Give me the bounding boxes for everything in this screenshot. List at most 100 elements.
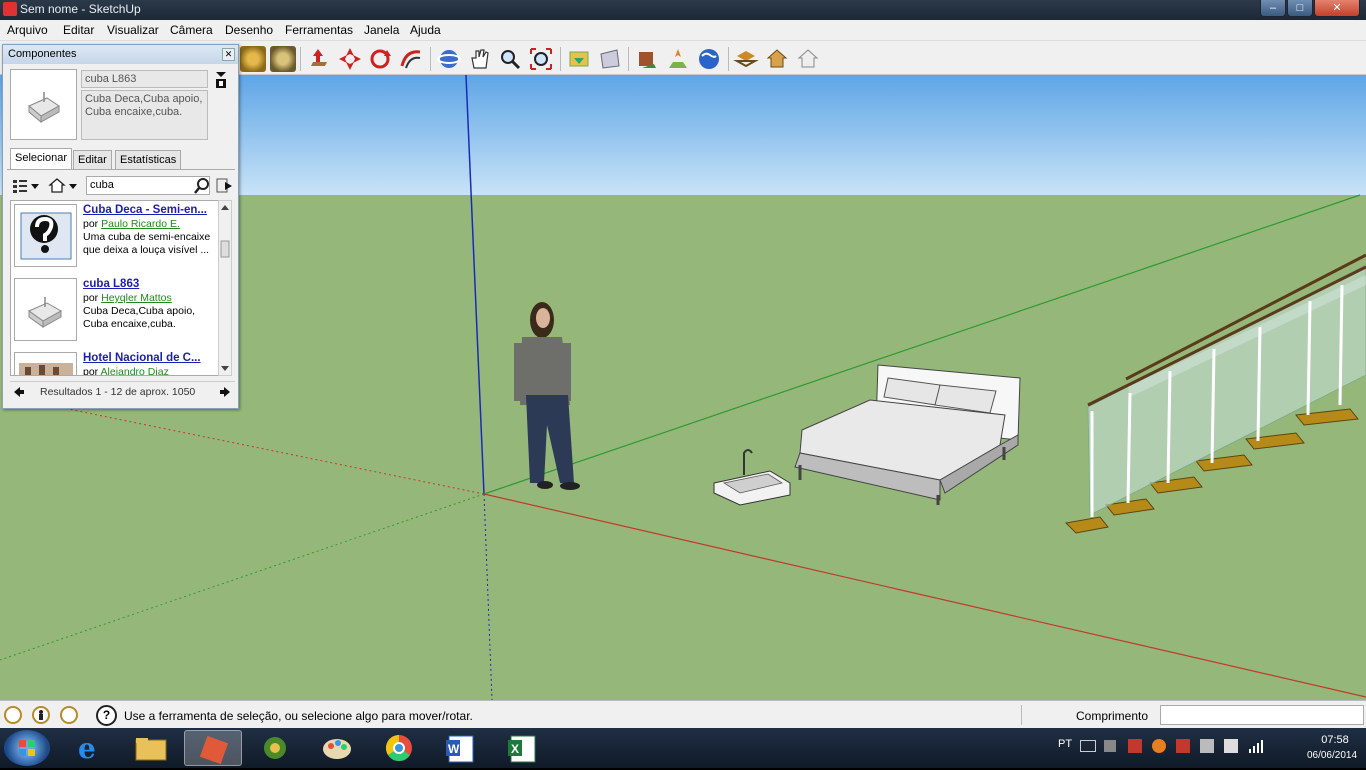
result-author-link[interactable]: Alejandro Diaz — [101, 366, 169, 375]
clock-time[interactable]: 07:58 — [1310, 734, 1360, 746]
details-arrow-icon[interactable] — [214, 70, 228, 90]
tape-measure-icon[interactable] — [240, 46, 266, 72]
red-axis-dashed — [0, 394, 485, 495]
keyboard-icon[interactable] — [1080, 740, 1096, 752]
tab-selecionar[interactable]: Selecionar — [10, 148, 72, 170]
previous-page-icon[interactable] — [12, 385, 26, 399]
house-icon[interactable] — [764, 46, 790, 72]
earth-icon[interactable] — [696, 46, 722, 72]
chrome-icon[interactable] — [370, 730, 428, 766]
extension-icon[interactable] — [795, 46, 821, 72]
result-description: Uma cuba de semi-encaixe que deixa a lou… — [83, 231, 211, 256]
start-button-icon[interactable] — [4, 730, 50, 766]
results-footer: Resultados 1 - 12 de aprox. 1050 — [10, 381, 235, 401]
menu-janela[interactable]: Janela — [364, 23, 399, 37]
clock-date[interactable]: 06/06/2014 — [1302, 750, 1362, 761]
title-bar: Sem nome - SketchUp – □ ✕ — [0, 0, 1366, 20]
status-message: Use a ferramenta de seleção, ou selecion… — [124, 709, 473, 723]
svg-text:e: e — [78, 732, 96, 765]
avast-tray-icon[interactable] — [1152, 739, 1166, 753]
volume-icon[interactable] — [1224, 739, 1238, 753]
home-navigation-icon[interactable] — [47, 176, 81, 196]
close-button[interactable]: ✕ — [1314, 0, 1360, 17]
result-title[interactable]: Hotel Nacional de C... — [83, 352, 201, 364]
tab-estatisticas[interactable]: Estatísticas — [115, 150, 182, 170]
result-by-label: por — [83, 218, 99, 230]
tab-divider — [7, 169, 235, 170]
minimize-button[interactable]: – — [1260, 0, 1286, 17]
component-name-field[interactable]: cuba L863 — [81, 70, 208, 88]
window-title: Sem nome - SketchUp — [20, 2, 141, 16]
devices-tray-icon[interactable] — [1200, 739, 1214, 753]
language-indicator[interactable]: PT — [1058, 738, 1072, 750]
components-panel: Componentes ✕ cuba L863 Cuba Deca,Cuba a… — [2, 44, 239, 409]
list-item[interactable]: Hotel Nacional de C... por Alejandro Dia… — [11, 349, 221, 376]
geolocation-icon[interactable] — [665, 46, 691, 72]
pdf-tray-icon[interactable] — [1128, 739, 1142, 753]
next-page-icon[interactable] — [218, 385, 232, 399]
word-icon[interactable]: W — [432, 730, 490, 766]
paint-app-icon[interactable] — [308, 730, 366, 766]
pushpull-icon[interactable] — [305, 46, 331, 72]
blue-axis-line — [465, 75, 485, 495]
zoom-extents-icon[interactable] — [528, 46, 554, 72]
list-item[interactable]: Cuba Deca - Semi-en... por Paulo Ricardo… — [11, 201, 221, 269]
network-signal-icon[interactable] — [1248, 739, 1264, 753]
list-item[interactable]: cuba L863 por Heyqler Mattos Cuba Deca,C… — [11, 275, 221, 343]
measurements-input[interactable] — [1160, 705, 1364, 725]
toolbar-separator — [628, 47, 629, 71]
action-center-flag-icon[interactable] — [1176, 739, 1190, 753]
result-title[interactable]: Cuba Deca - Semi-en... — [83, 204, 207, 216]
signin-status-icon[interactable] — [60, 706, 78, 724]
component-description-field[interactable]: Cuba Deca,Cuba apoio, Cuba encaixe,cuba. — [81, 90, 208, 140]
tab-editar[interactable]: Editar — [73, 150, 112, 170]
result-title[interactable]: cuba L863 — [83, 278, 139, 290]
menu-arquivo[interactable]: Arquivo — [7, 23, 48, 37]
search-input[interactable]: cuba — [86, 176, 210, 195]
credits-status-icon[interactable] — [32, 706, 50, 724]
details-menu-icon[interactable] — [214, 176, 234, 195]
xadrez-app-icon[interactable] — [246, 730, 304, 766]
zoom-icon[interactable] — [497, 46, 523, 72]
sketchup-app-icon — [3, 2, 17, 16]
menu-ferramentas[interactable]: Ferramentas — [285, 23, 353, 37]
menu-desenho[interactable]: Desenho — [225, 23, 273, 37]
menu-visualizar[interactable]: Visualizar — [107, 23, 159, 37]
maximize-button[interactable]: □ — [1287, 0, 1313, 17]
help-icon[interactable]: ? — [96, 705, 117, 726]
result-author-link[interactable]: Paulo Ricardo E. — [101, 218, 180, 230]
result-author-link[interactable]: Heyqler Mattos — [101, 292, 172, 304]
panel-title: Componentes — [8, 48, 77, 60]
internet-explorer-icon[interactable]: e — [60, 730, 118, 766]
followme-icon[interactable] — [398, 46, 424, 72]
excel-icon[interactable]: X — [494, 730, 552, 766]
layer-icon[interactable] — [733, 46, 759, 72]
person-figure — [514, 302, 580, 490]
results-list: Cuba Deca - Semi-en... por Paulo Ricardo… — [10, 200, 228, 376]
pan-icon[interactable] — [467, 46, 493, 72]
move-icon[interactable] — [337, 46, 363, 72]
share-model-icon[interactable] — [597, 46, 623, 72]
orbit-icon[interactable] — [436, 46, 462, 72]
staircase-model — [1064, 253, 1366, 534]
result-thumbnail — [14, 204, 77, 267]
menu-ajuda[interactable]: Ajuda — [410, 23, 441, 37]
file-explorer-icon[interactable] — [122, 730, 180, 766]
show-hidden-icons-icon[interactable] — [1104, 740, 1116, 752]
sink-model — [713, 449, 791, 506]
results-scrollbar[interactable] — [218, 200, 232, 376]
view-options-icon[interactable] — [11, 176, 41, 196]
paint-bucket-icon[interactable] — [270, 46, 296, 72]
measurements-label: Comprimento — [1076, 709, 1149, 723]
warehouse-get-icon[interactable] — [566, 46, 592, 72]
panel-close-icon[interactable]: ✕ — [222, 48, 235, 61]
search-icon[interactable] — [193, 176, 211, 195]
result-by-label: por — [83, 366, 99, 376]
menu-camera[interactable]: Câmera — [170, 23, 213, 37]
rotate-icon[interactable] — [367, 46, 393, 72]
geolocation-status-icon[interactable] — [4, 706, 22, 724]
panel-header: Componentes ✕ — [3, 45, 238, 64]
component-share-icon[interactable] — [634, 46, 660, 72]
sketchup-task-icon[interactable] — [184, 730, 242, 766]
menu-editar[interactable]: Editar — [63, 23, 94, 37]
